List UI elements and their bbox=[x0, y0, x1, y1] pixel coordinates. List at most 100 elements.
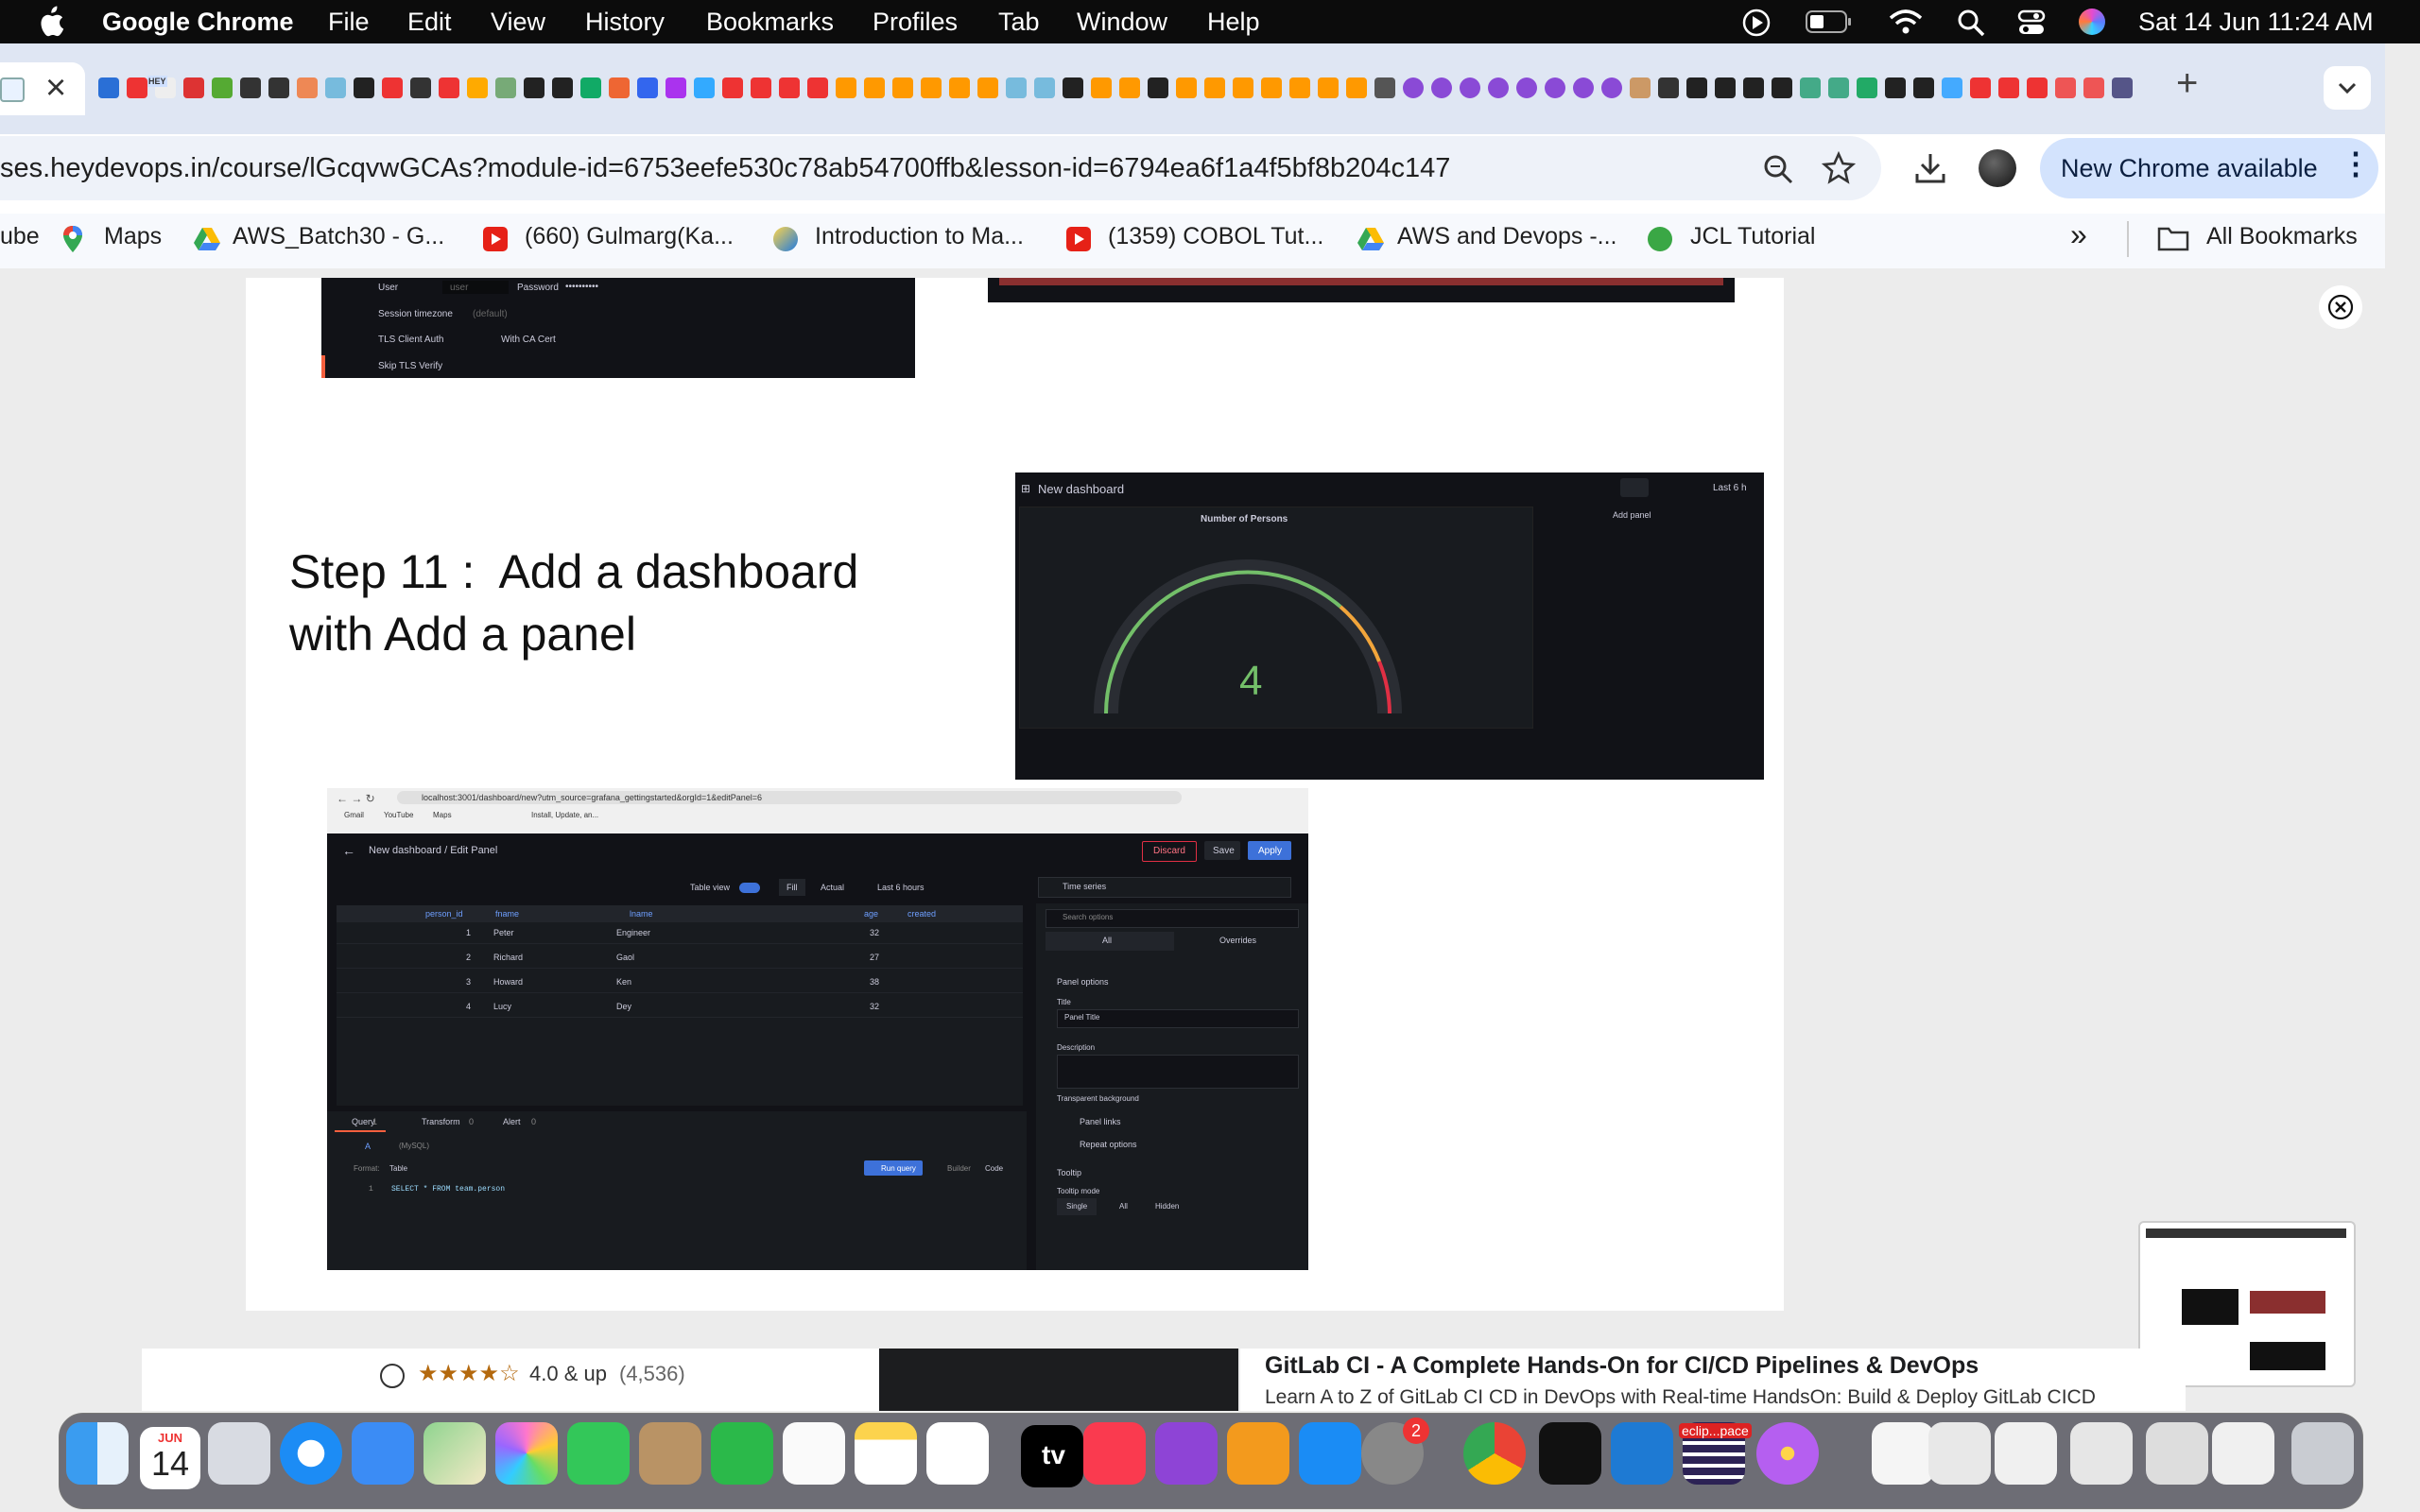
safari-app[interactable] bbox=[280, 1422, 342, 1485]
tab-favicon-icon[interactable] bbox=[1119, 77, 1140, 98]
tab-favicon-icon[interactable] bbox=[552, 77, 573, 98]
maps-app[interactable] bbox=[424, 1422, 486, 1485]
tab-favicon-icon[interactable] bbox=[779, 77, 800, 98]
tab-favicon-icon[interactable] bbox=[382, 77, 403, 98]
pages-app[interactable] bbox=[1227, 1422, 1289, 1485]
menu-edit[interactable]: Edit bbox=[407, 8, 452, 37]
document-thumb-3[interactable] bbox=[1995, 1422, 2057, 1485]
tab-favicon-icon[interactable] bbox=[240, 77, 261, 98]
chrome-app[interactable] bbox=[1463, 1422, 1526, 1485]
tab-favicon-icon[interactable] bbox=[268, 77, 289, 98]
menu-view[interactable]: View bbox=[491, 8, 545, 37]
course-title[interactable]: GitLab CI - A Complete Hands-On for CI/C… bbox=[1265, 1352, 1979, 1380]
tab-favicon-icon[interactable] bbox=[1686, 77, 1707, 98]
bookmarks-overflow-icon[interactable]: » bbox=[2070, 217, 2087, 252]
clock-datetime[interactable]: Sat 14 Jun 11:24 AM bbox=[2138, 8, 2374, 37]
tab-favicon-icon[interactable] bbox=[1630, 77, 1651, 98]
tab-favicon-icon[interactable] bbox=[864, 77, 885, 98]
apple-icon[interactable] bbox=[38, 6, 64, 38]
tab-favicon-icon[interactable] bbox=[1857, 77, 1877, 98]
appletv-app[interactable]: tv bbox=[1021, 1425, 1083, 1487]
tab-favicon-icon[interactable] bbox=[325, 77, 346, 98]
tab-favicon-icon[interactable] bbox=[921, 77, 942, 98]
tab-favicon-icon[interactable] bbox=[666, 77, 686, 98]
tab-favicon-icon[interactable] bbox=[2112, 77, 2133, 98]
tab-favicon-icon[interactable] bbox=[2083, 77, 2104, 98]
tab-favicon-icon[interactable] bbox=[1204, 77, 1225, 98]
photos-app[interactable] bbox=[495, 1422, 558, 1485]
document-thumb-2[interactable] bbox=[1928, 1422, 1991, 1485]
siri-icon[interactable] bbox=[2079, 9, 2105, 35]
tab-favicon-icon[interactable] bbox=[836, 77, 856, 98]
tab-favicon-icon[interactable] bbox=[1658, 77, 1679, 98]
bookmark-introduction[interactable]: Introduction to Ma... bbox=[815, 223, 1024, 250]
menu-bookmarks[interactable]: Bookmarks bbox=[706, 8, 834, 37]
tab-favicon-icon[interactable] bbox=[1233, 77, 1253, 98]
document-thumb-1[interactable] bbox=[1872, 1422, 1934, 1485]
battery-icon[interactable] bbox=[1806, 10, 1853, 35]
close-overlay-button[interactable] bbox=[2319, 285, 2362, 329]
launchpad-app[interactable] bbox=[208, 1422, 270, 1485]
tab-favicon-icon[interactable] bbox=[467, 77, 488, 98]
tab-favicon-icon[interactable] bbox=[1800, 77, 1821, 98]
tab-favicon-icon[interactable] bbox=[807, 77, 828, 98]
tab-favicon-icon[interactable] bbox=[892, 77, 913, 98]
tab-favicon-icon[interactable] bbox=[1091, 77, 1112, 98]
tab-favicon-icon[interactable] bbox=[1601, 77, 1622, 98]
tab-favicon-icon[interactable] bbox=[183, 77, 204, 98]
tab-favicon-icon[interactable] bbox=[297, 77, 318, 98]
menu-help[interactable]: Help bbox=[1207, 8, 1260, 37]
more-menu-icon[interactable]: ⋮ bbox=[2341, 146, 2371, 181]
tab-favicon-icon[interactable] bbox=[580, 77, 601, 98]
tab-favicon-icon[interactable] bbox=[212, 77, 233, 98]
menu-file[interactable]: File bbox=[328, 8, 370, 37]
tab-favicon-icon[interactable] bbox=[2027, 77, 2048, 98]
music-app[interactable] bbox=[1083, 1422, 1146, 1485]
bookmark-star-icon[interactable] bbox=[1822, 151, 1856, 185]
document-thumb-4[interactable] bbox=[2070, 1422, 2133, 1485]
calendar-app[interactable]: JUN 14 bbox=[140, 1427, 200, 1489]
tab-search-button[interactable] bbox=[2324, 66, 2371, 110]
tab-favicon-icon[interactable] bbox=[1063, 77, 1083, 98]
tab-favicon-icon[interactable] bbox=[1460, 77, 1480, 98]
trash-app[interactable] bbox=[2291, 1422, 2354, 1485]
tab-favicon-icon[interactable] bbox=[354, 77, 374, 98]
tab-favicon-icon[interactable] bbox=[1261, 77, 1282, 98]
vscode-app[interactable] bbox=[1611, 1422, 1673, 1485]
menu-window[interactable]: Window bbox=[1077, 8, 1167, 37]
bookmark-cobol[interactable]: (1359) COBOL Tut... bbox=[1108, 223, 1323, 250]
chrome-update-button[interactable]: New Chrome available ⋮ bbox=[2040, 138, 2378, 198]
tab-favicon-icon[interactable] bbox=[1289, 77, 1310, 98]
tab-favicon-icon[interactable] bbox=[127, 77, 147, 98]
bookmark-aws-batch30[interactable]: AWS_Batch30 - G... bbox=[233, 223, 444, 250]
mail-app[interactable] bbox=[352, 1422, 414, 1485]
zoom-icon[interactable] bbox=[1762, 153, 1794, 185]
menu-profiles[interactable]: Profiles bbox=[873, 8, 958, 37]
bookmark-maps[interactable]: Maps bbox=[104, 223, 162, 250]
tab-favicon-icon[interactable] bbox=[1772, 77, 1792, 98]
tab-favicon-icon[interactable] bbox=[439, 77, 459, 98]
tab-favicon-icon[interactable] bbox=[1006, 77, 1027, 98]
notes-app[interactable] bbox=[855, 1422, 917, 1485]
tab-favicon-icon[interactable] bbox=[1034, 77, 1055, 98]
close-tab-icon[interactable]: × bbox=[45, 68, 66, 109]
tab-favicon-icon[interactable] bbox=[1573, 77, 1594, 98]
bookmark-aws-devops[interactable]: AWS and Devops -... bbox=[1397, 223, 1617, 250]
all-bookmarks[interactable]: All Bookmarks bbox=[2206, 223, 2358, 250]
bookmark-jcl[interactable]: JCL Tutorial bbox=[1690, 223, 1815, 250]
reminders-app[interactable] bbox=[783, 1422, 845, 1485]
tab-favicon-icon[interactable] bbox=[1374, 77, 1395, 98]
new-tab-button[interactable]: + bbox=[2176, 62, 2198, 105]
document-thumb-5[interactable] bbox=[2146, 1422, 2208, 1485]
finder-app[interactable] bbox=[66, 1422, 129, 1485]
bookmark-youtube[interactable]: ube bbox=[0, 223, 40, 250]
menu-history[interactable]: History bbox=[585, 8, 665, 37]
freeform-app[interactable] bbox=[926, 1422, 989, 1485]
tab-favicon-icon[interactable] bbox=[1488, 77, 1509, 98]
tab-favicon-icon[interactable] bbox=[1176, 77, 1197, 98]
rating-radio[interactable] bbox=[380, 1364, 405, 1388]
tab-favicon-icon[interactable] bbox=[977, 77, 998, 98]
tab-favicon-icon[interactable] bbox=[949, 77, 970, 98]
course-card[interactable]: GitLab CI - A Complete Hands-On for CI/C… bbox=[1240, 1349, 2186, 1411]
tab-favicon-icon[interactable] bbox=[1715, 77, 1736, 98]
